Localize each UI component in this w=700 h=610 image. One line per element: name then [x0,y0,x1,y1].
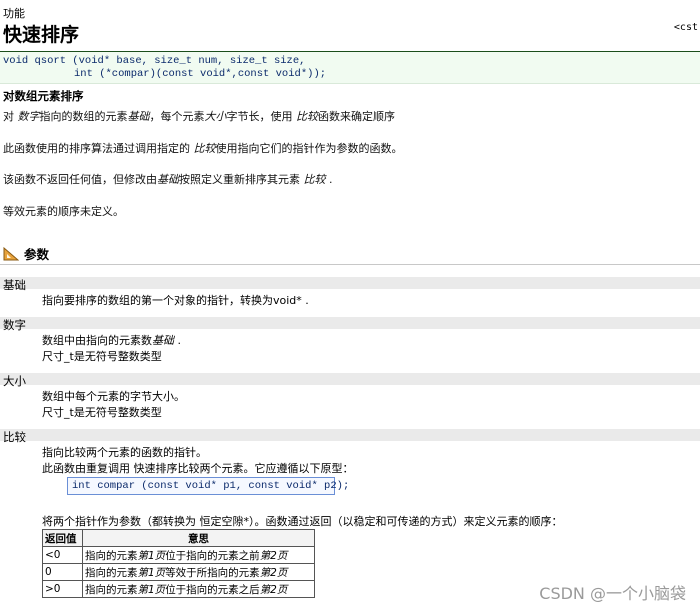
table-cell-meaning: 指向的元素第1页位于指向的元素之前第2页 [82,546,315,564]
description-paragraph-4: 等效元素的顺序未定义。 [3,205,124,218]
prototype-line-2: int (*compar)(const void*,const void*)); [74,68,327,80]
param-name-num: 数字 [3,318,26,332]
params-heading: 参数 [3,244,49,263]
table-cell-return: >0 [42,580,83,598]
param-name-base: 基础 [3,278,26,292]
table-header-row: 返回值 意思 [42,529,315,547]
table-cell-return: <0 [42,546,83,564]
table-cell-meaning: 指向的元素第1页等效于所指向的元素第2页 [82,563,315,581]
description-heading: 对数组元素排序 [3,89,84,103]
prototype-line-1: void qsort (void* base, size_t num, size… [3,55,306,67]
param-desc-compar-3: 将两个指针作为参数（都转换为 恒定空隙*）。函数通过返回（以稳定和可传递的方式）… [42,515,563,528]
param-desc-base: 指向要排序的数组的第一个对象的指针，转换为void* . [42,294,309,307]
table-row: 0 指向的元素第1页等效于所指向的元素第2页 [42,563,315,581]
param-bar-size [0,373,700,385]
params-divider [0,264,700,265]
table-cell-return: 0 [42,563,83,581]
table-row: >0 指向的元素第1页位于指向的元素之后第2页 [42,580,315,598]
return-value-table: 返回值 意思 <0 指向的元素第1页位于指向的元素之前第2页 0 指向的元素第1… [42,529,315,598]
table-cell-meaning: 指向的元素第1页位于指向的元素之后第2页 [82,580,315,598]
param-desc-compar-1: 指向比较两个元素的函数的指针。 [42,446,207,459]
compar-prototype-code: int compar (const void* p1, const void* … [72,480,350,492]
description-paragraph-3: 该函数不返回任何值，但修改由基础按照定义重新排序其元素 比较 . [3,173,333,186]
page-title: 快速排序 [3,24,80,46]
prototype-box: void qsort (void* base, size_t num, size… [0,51,700,84]
pre-title: 功能 [3,7,25,20]
param-name-compar: 比较 [3,430,26,444]
table-row: <0 指向的元素第1页位于指向的元素之前第2页 [42,546,315,564]
param-desc-compar-2: 此函数由重复调用 快速排序比较两个元素。它应遵循以下原型： [42,462,354,475]
param-bar-base [0,277,700,289]
param-desc-size-1: 数组中每个元素的字节大小。 [42,390,185,403]
param-desc-size-2: 尺寸_t是无符号整数类型 [42,406,162,419]
param-desc-num-2: 尺寸_t是无符号整数类型 [42,350,162,363]
header-tag: <cst [673,22,698,33]
description-paragraph-1: 对 数字指向的数组的元素基础，每个元素大小字节长，使用 比较函数来确定顺序 [3,110,395,123]
triangle-ruler-icon [3,246,20,261]
table-header-meaning: 意思 [82,529,315,547]
compar-code-box: int compar (const void* p1, const void* … [67,477,349,495]
param-name-size: 大小 [3,374,26,388]
param-desc-num-1: 数组中由指向的元素数基础 . [42,334,181,347]
param-bar-num [0,317,700,329]
description-paragraph-2: 此函数使用的排序算法通过调用指定的 比较使用指向它们的指针作为参数的函数。 [3,142,403,155]
table-header-return: 返回值 [42,529,83,547]
param-bar-compar [0,429,700,441]
watermark: CSDN @一个小脑袋 [539,584,686,603]
